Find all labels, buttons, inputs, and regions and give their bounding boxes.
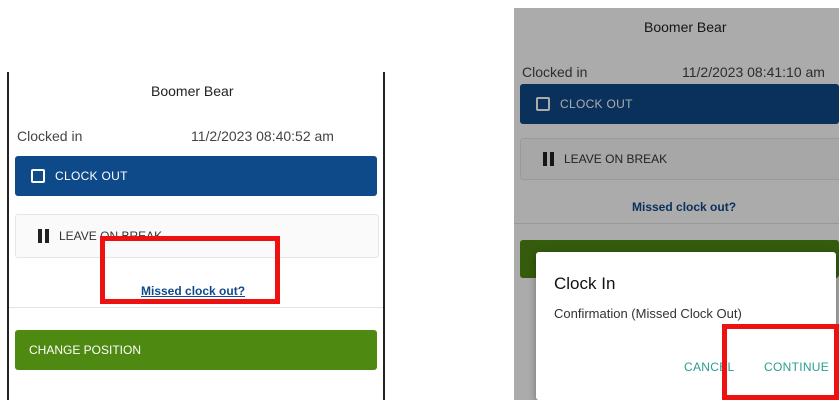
status-time: 11/2/2023 08:40:52 am <box>191 128 334 144</box>
change-position-label: CHANGE POSITION <box>29 343 142 357</box>
status-label: Clocked in <box>17 128 83 144</box>
highlight-box <box>100 236 280 304</box>
change-position-button[interactable]: CHANGE POSITION <box>15 330 377 370</box>
pause-icon <box>38 229 49 243</box>
clock-out-label: CLOCK OUT <box>55 169 128 183</box>
checkbox-icon <box>31 169 45 183</box>
left-screen: Boomer Bear Clocked in 11/2/2023 08:40:5… <box>7 72 385 400</box>
user-name: Boomer Bear <box>151 83 234 99</box>
clock-out-button[interactable]: CLOCK OUT <box>15 156 377 196</box>
dialog-message: Confirmation (Missed Clock Out) <box>554 306 742 321</box>
divider <box>9 307 383 308</box>
dialog-title: Clock In <box>554 274 616 293</box>
right-screen: Boomer Bear Clocked in 11/2/2023 08:41:1… <box>514 8 839 400</box>
highlight-box <box>722 324 839 400</box>
